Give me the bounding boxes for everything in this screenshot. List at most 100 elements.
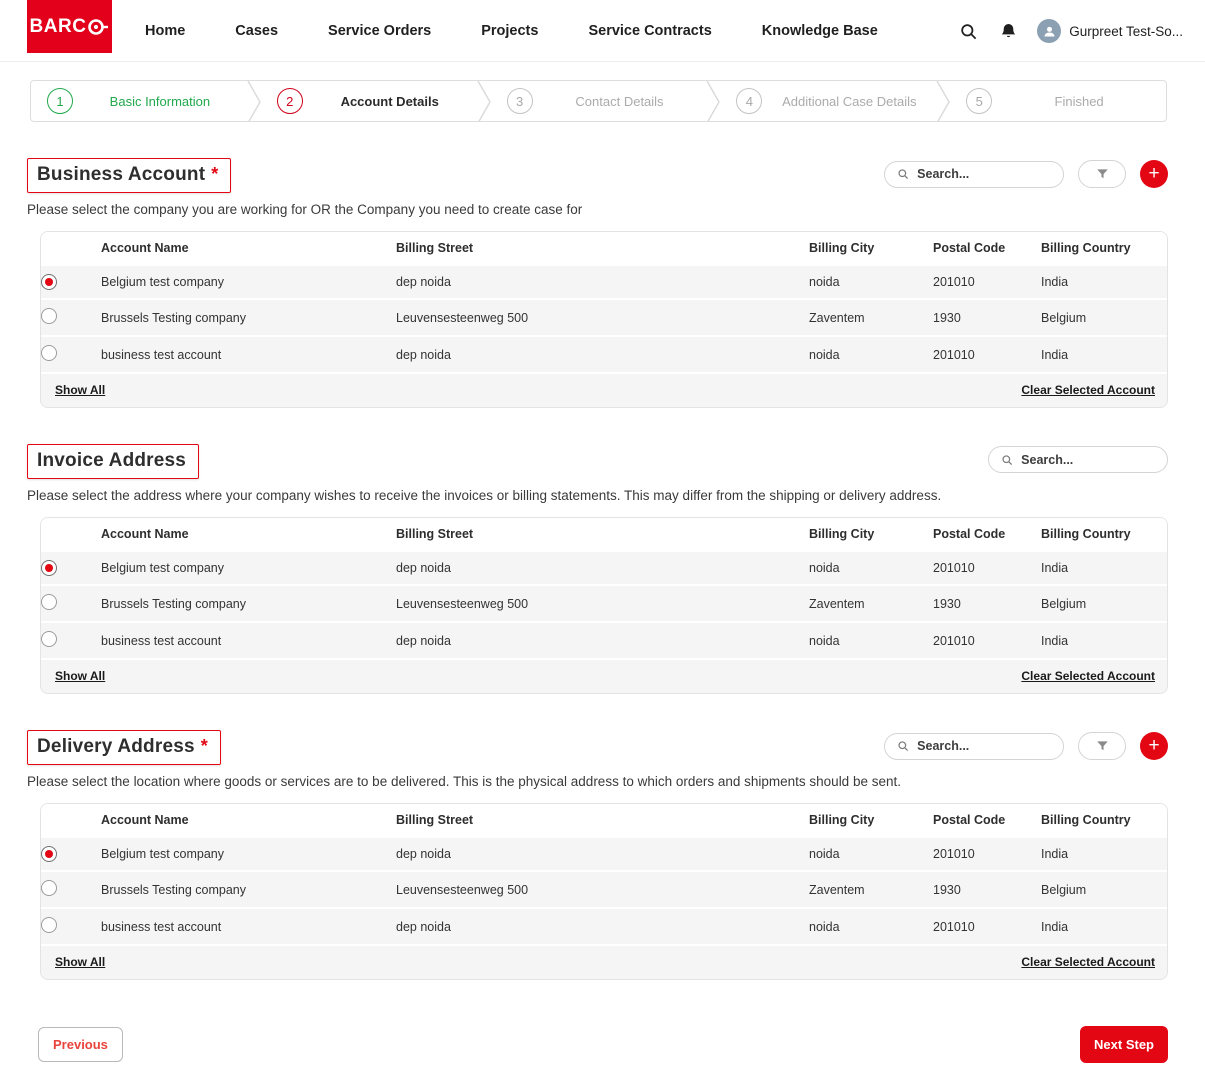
barco-logo[interactable]: BARC [27, 0, 112, 53]
cell-billing-city: noida [809, 267, 933, 297]
column-header-postal-code: Postal Code [933, 518, 1041, 550]
nav-item-knowledge-base[interactable]: Knowledge Base [762, 23, 878, 39]
table-row[interactable]: business test account dep noida noida 20… [41, 907, 1167, 944]
radio-cell [41, 623, 101, 658]
column-header-account-name: Account Name [101, 518, 396, 550]
radio-column-header [41, 525, 101, 543]
radio-cell [41, 552, 101, 584]
search-input[interactable] [917, 739, 1051, 753]
cell-account-name: Belgium test company [101, 839, 396, 869]
search-input[interactable] [917, 167, 1051, 181]
row-radio-button[interactable] [41, 631, 57, 647]
bell-icon[interactable] [997, 20, 1019, 42]
clear-selected-account-link[interactable]: Clear Selected Account [1021, 955, 1155, 969]
cell-account-name: Belgium test company [101, 267, 396, 297]
account-section: Business Account * + Please select the c… [27, 158, 1168, 408]
table-row[interactable]: Belgium test company dep noida noida 201… [41, 550, 1167, 584]
cell-billing-country: Belgium [1041, 303, 1167, 333]
radio-cell [41, 337, 101, 372]
table-row[interactable]: Belgium test company dep noida noida 201… [41, 264, 1167, 298]
table-row[interactable]: business test account dep noida noida 20… [41, 335, 1167, 372]
cell-billing-street: Leuvensesteenweg 500 [396, 875, 809, 905]
wizard-stepper: 1 Basic Information 2 Account Details 3 … [30, 80, 1167, 122]
accounts-table: Account Name Billing Street Billing City… [40, 517, 1168, 694]
search-icon [1001, 453, 1013, 467]
cell-account-name: Brussels Testing company [101, 589, 396, 619]
cell-postal-code: 1930 [933, 303, 1041, 333]
barco-logo-text: BARC [30, 16, 110, 38]
step-additional-case-details[interactable]: 4 Additional Case Details [720, 81, 936, 121]
radio-cell [41, 586, 101, 621]
radio-cell [41, 838, 101, 870]
step-number: 5 [966, 88, 992, 114]
plus-icon: + [1148, 736, 1159, 755]
search-input[interactable] [1021, 453, 1155, 467]
table-row[interactable]: Belgium test company dep noida noida 201… [41, 836, 1167, 870]
table-row[interactable]: Brussels Testing company Leuvensesteenwe… [41, 298, 1167, 335]
table-row[interactable]: Brussels Testing company Leuvensesteenwe… [41, 870, 1167, 907]
sections: Business Account * + Please select the c… [27, 158, 1168, 980]
clear-selected-account-link[interactable]: Clear Selected Account [1021, 669, 1155, 683]
column-header-billing-street: Billing Street [396, 232, 809, 264]
cell-billing-street: dep noida [396, 839, 809, 869]
nav-item-projects[interactable]: Projects [481, 23, 538, 39]
accounts-table: Account Name Billing Street Billing City… [40, 803, 1168, 980]
show-all-link[interactable]: Show All [55, 383, 105, 397]
show-all-link[interactable]: Show All [55, 669, 105, 683]
add-button[interactable]: + [1140, 732, 1168, 760]
step-separator-chevron [936, 81, 950, 121]
row-radio-button[interactable] [41, 560, 57, 576]
column-header-postal-code: Postal Code [933, 232, 1041, 264]
add-button[interactable]: + [1140, 160, 1168, 188]
section-search [988, 446, 1168, 473]
section-title: Delivery Address [37, 736, 195, 758]
column-header-billing-street: Billing Street [396, 518, 809, 550]
column-header-postal-code: Postal Code [933, 804, 1041, 836]
row-radio-button[interactable] [41, 880, 57, 896]
row-radio-button[interactable] [41, 308, 57, 324]
table-row[interactable]: business test account dep noida noida 20… [41, 621, 1167, 658]
row-radio-button[interactable] [41, 594, 57, 610]
step-contact-details[interactable]: 3 Contact Details [491, 81, 707, 121]
user-menu[interactable]: Gurpreet Test-So... [1037, 19, 1183, 43]
search-icon[interactable] [957, 20, 979, 42]
step-label: Finished [992, 94, 1166, 109]
row-radio-button[interactable] [41, 274, 57, 290]
clear-selected-account-link[interactable]: Clear Selected Account [1021, 383, 1155, 397]
step-number: 1 [47, 88, 73, 114]
main-nav: Home Cases Service Orders Projects Servi… [145, 23, 878, 39]
cell-postal-code: 201010 [933, 267, 1041, 297]
cell-postal-code: 201010 [933, 839, 1041, 869]
table-header-row: Account Name Billing Street Billing City… [41, 804, 1167, 836]
radio-column-header [41, 239, 101, 257]
step-finished[interactable]: 5 Finished [950, 81, 1166, 121]
cell-billing-street: Leuvensesteenweg 500 [396, 303, 809, 333]
cell-billing-country: India [1041, 340, 1167, 370]
next-step-button[interactable]: Next Step [1080, 1026, 1168, 1063]
cell-billing-city: Zaventem [809, 875, 933, 905]
show-all-link[interactable]: Show All [55, 955, 105, 969]
column-header-billing-street: Billing Street [396, 804, 809, 836]
cell-postal-code: 201010 [933, 626, 1041, 656]
table-row[interactable]: Brussels Testing company Leuvensesteenwe… [41, 584, 1167, 621]
nav-item-service-contracts[interactable]: Service Contracts [588, 23, 711, 39]
step-basic-information[interactable]: 1 Basic Information [31, 81, 247, 121]
cell-account-name: Belgium test company [101, 553, 396, 583]
previous-button[interactable]: Previous [38, 1027, 123, 1062]
step-account-details[interactable]: 2 Account Details [261, 81, 477, 121]
step-separator-chevron [247, 81, 261, 121]
nav-item-home[interactable]: Home [145, 23, 185, 39]
table-body: Belgium test company dep noida noida 201… [41, 264, 1167, 372]
nav-item-service-orders[interactable]: Service Orders [328, 23, 431, 39]
section-controls [988, 444, 1168, 473]
page-content: Business Account * + Please select the c… [0, 158, 1205, 1063]
filter-button[interactable] [1078, 160, 1126, 188]
nav-item-cases[interactable]: Cases [235, 23, 278, 39]
filter-button[interactable] [1078, 732, 1126, 760]
row-radio-button[interactable] [41, 917, 57, 933]
row-radio-button[interactable] [41, 846, 57, 862]
section-title: Business Account [37, 164, 205, 186]
column-header-billing-city: Billing City [809, 804, 933, 836]
cell-account-name: Brussels Testing company [101, 875, 396, 905]
row-radio-button[interactable] [41, 345, 57, 361]
